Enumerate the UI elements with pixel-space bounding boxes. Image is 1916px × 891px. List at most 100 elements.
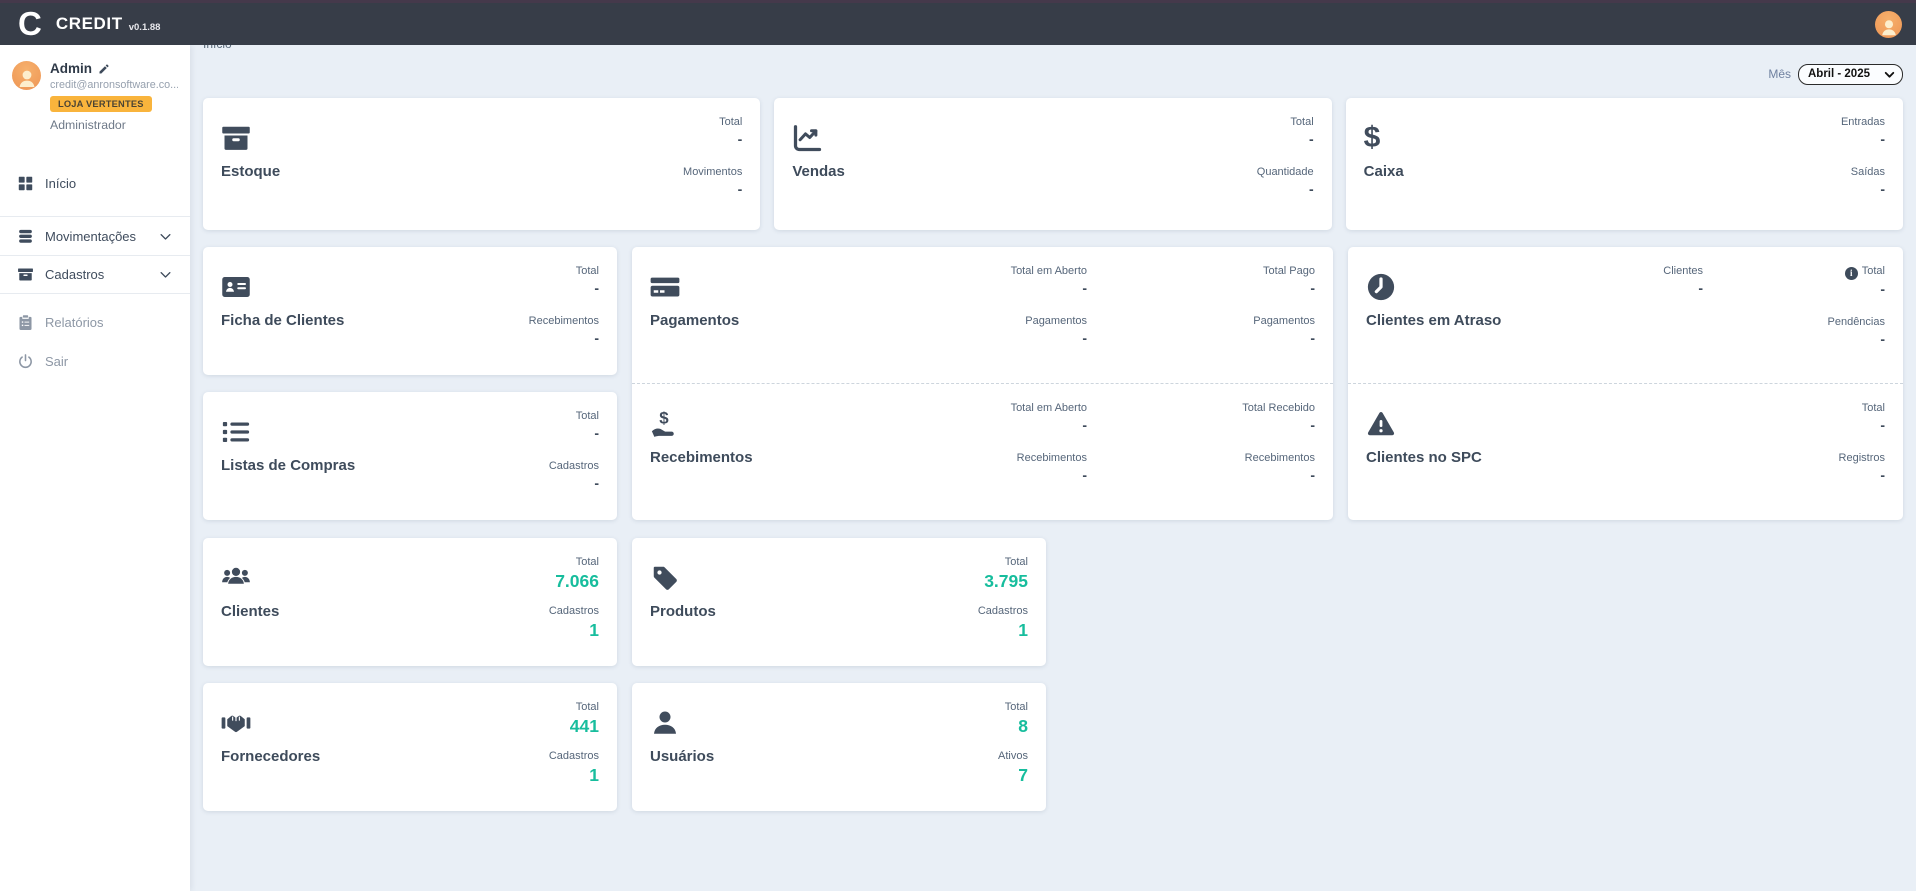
stat-value: - (1257, 130, 1314, 149)
stat-label: Total (549, 408, 599, 424)
profile-block: Admin credit@anronsoftware.co... LOJA VE… (0, 45, 190, 142)
dollar-icon: $ (1364, 123, 1394, 153)
card-produtos: Produtos Total 3.795 Cadastros 1 (632, 538, 1046, 666)
stat-value: - (1175, 466, 1315, 485)
card-title: Listas de Compras (221, 457, 355, 474)
stat-value: 1 (549, 619, 599, 641)
svg-text:$: $ (659, 409, 669, 427)
edit-pencil-icon[interactable] (98, 63, 110, 75)
month-filter-label: Mês (1768, 67, 1791, 81)
card-title: Clientes (221, 603, 279, 620)
chevron-down-icon (158, 267, 173, 282)
card-title: Vendas (792, 163, 845, 180)
stat-value: 8 (998, 715, 1028, 737)
stat-label: Quantidade (1257, 164, 1314, 180)
stat-value: 7.066 (549, 570, 599, 592)
stat-label: Total Recebido (1175, 400, 1315, 416)
brand-name: CREDIT (56, 14, 123, 34)
stat-label: Total (978, 554, 1028, 570)
stat-label: Total (549, 554, 599, 570)
stat-value: - (1839, 466, 1885, 485)
card-clientes-atraso-spc: Clientes em Atraso Clientes - Total - Pe… (1348, 247, 1903, 520)
stat-value: - (1175, 279, 1315, 298)
archive-icon (17, 266, 34, 283)
stat-label: Total em Aberto (947, 263, 1087, 279)
user-role: Administrador (50, 118, 178, 132)
stat-label: Recebimentos (1175, 450, 1315, 466)
app-logo: C (18, 4, 42, 44)
stat-label: Total (683, 114, 742, 130)
handshake-icon (221, 708, 251, 738)
stat-value: 7 (998, 764, 1028, 786)
user-avatar-button[interactable] (1875, 11, 1902, 38)
list-icon (221, 417, 251, 447)
card-ficha-de-clientes: Ficha de Clientes Total - Recebimentos - (203, 247, 617, 375)
stat-label: Cadastros (978, 603, 1028, 619)
hand-dollar-icon: $ (650, 409, 680, 439)
top-navbar: C CREDIT v0.1.88 (0, 0, 1916, 45)
stat-value: - (947, 466, 1087, 485)
sidebar-item-cadastros[interactable]: Cadastros (0, 255, 190, 294)
person-icon (1878, 16, 1900, 38)
user-email: credit@anronsoftware.co... (50, 79, 178, 91)
power-icon (17, 353, 34, 370)
stat-value: - (1841, 130, 1885, 149)
card-title: Fornecedores (221, 748, 320, 765)
box-icon (221, 123, 251, 153)
stat-label: Total (998, 699, 1028, 715)
stat-label: Total (529, 263, 599, 279)
stat-value: - (683, 130, 742, 149)
clock-icon (1366, 272, 1396, 302)
info-icon (1845, 267, 1858, 280)
stat-label: Cadastros (549, 458, 599, 474)
main-content: Dashboard Início Mês Abril - 2025 Estoqu… (190, 0, 1916, 811)
card-pagamentos-recebimentos: Pagamentos Total em Aberto - Pagamentos … (632, 247, 1333, 520)
stat-value: - (947, 279, 1087, 298)
stat-label: Entradas (1841, 114, 1885, 130)
card-title: Usuários (650, 748, 714, 765)
stat-value: - (683, 180, 742, 199)
stat-label: Ativos (998, 748, 1028, 764)
database-icon (17, 228, 34, 245)
stat-value: - (947, 329, 1087, 348)
users-icon (221, 563, 251, 593)
stat-label: Recebimentos (529, 313, 599, 329)
sidebar-item-label: Cadastros (45, 267, 104, 282)
stat-label: Recebimentos (947, 450, 1087, 466)
sidebar-item-movimentacoes[interactable]: Movimentações (0, 216, 190, 255)
stat-label: Movimentos (683, 164, 742, 180)
id-card-icon (221, 272, 251, 302)
card-title: Estoque (221, 163, 280, 180)
stat-value: - (529, 329, 599, 348)
stat-label: Total em Aberto (947, 400, 1087, 416)
stat-value: - (1765, 330, 1885, 349)
stat-label: Cadastros (549, 748, 599, 764)
stat-label: Clientes (1583, 263, 1703, 279)
sidebar-item-relatorios[interactable]: Relatórios (0, 303, 190, 342)
month-filter-row: Mês Abril - 2025 (203, 63, 1903, 85)
sidebar-item-inicio[interactable]: Início (0, 164, 190, 203)
stat-value: - (947, 416, 1087, 435)
user-name: Admin (50, 61, 92, 76)
person-icon (15, 66, 39, 90)
card-title: Produtos (650, 603, 716, 620)
stat-value: 3.795 (978, 570, 1028, 592)
card-usuarios: Usuários Total 8 Ativos 7 (632, 683, 1046, 811)
stat-value: - (1257, 180, 1314, 199)
stat-value: 1 (549, 764, 599, 786)
stat-value: - (529, 279, 599, 298)
sidebar-item-label: Movimentações (45, 229, 136, 244)
month-select[interactable]: Abril - 2025 (1798, 64, 1903, 85)
card-title: Caixa (1364, 163, 1404, 180)
stat-label: Pagamentos (1175, 313, 1315, 329)
sidebar-item-sair[interactable]: Sair (0, 342, 190, 381)
stat-value: - (1765, 280, 1885, 299)
stat-label: Saídas (1841, 164, 1885, 180)
stat-label: Pagamentos (947, 313, 1087, 329)
user-icon (650, 708, 680, 738)
card-title: Pagamentos (650, 312, 739, 329)
clipboard-icon (17, 314, 34, 331)
card-title: Clientes em Atraso (1366, 312, 1501, 329)
tag-icon (650, 563, 680, 593)
sidebar-item-label: Início (45, 176, 76, 191)
